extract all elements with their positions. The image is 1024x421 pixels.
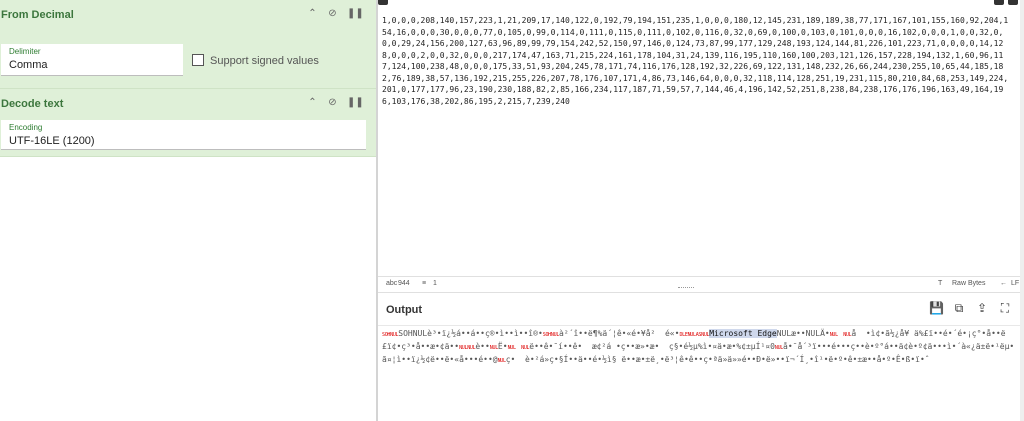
lines-icon: ≡ <box>422 280 427 287</box>
control-char: SOHNUL <box>382 332 399 338</box>
copy-icon[interactable]: ⧉ <box>952 301 966 315</box>
pause-icon[interactable]: ❚❚ <box>347 97 364 109</box>
eol-icon: ← <box>1000 280 1007 287</box>
op-from-decimal: From Decimal ⌃ ⊘ ❚❚ Delimiter Comma Supp… <box>0 0 376 89</box>
op-title-decode-text: Decode text <box>1 98 64 110</box>
replace-input-icon[interactable]: ⇪ <box>975 301 989 315</box>
scrollbar[interactable] <box>1020 0 1024 421</box>
disable-icon[interactable]: ⊘ <box>327 8 338 20</box>
output-segment: ë••ê•¯í••ê• æ¢²á •ç••æ»•æ• ç§•é½µ%ì•¤ä•æ… <box>529 342 775 351</box>
output-segment: NULæ••NULÄ• <box>776 329 830 338</box>
input-status-bar: abc 944 ≡ 1 T Raw Bytes ← LF <box>378 276 1024 290</box>
output-segment: è•• <box>475 342 490 351</box>
control-char: DLENULASNUL <box>679 332 710 338</box>
support-signed-label: Support signed values <box>210 55 319 67</box>
output-title: Output <box>386 304 423 316</box>
support-signed-checkbox[interactable] <box>192 54 204 66</box>
cyberchef-app: From Decimal ⌃ ⊘ ❚❚ Delimiter Comma Supp… <box>0 0 1024 421</box>
control-char: NUL <box>497 358 506 364</box>
op-decode-text: Decode text ⌃ ⊘ ❚❚ Encoding UTF-16LE (12… <box>0 89 376 157</box>
io-panel: 1,0,0,0,208,140,157,223,1,21,209,17,140,… <box>378 0 1024 421</box>
op-controls: ⌃ ⊘ ❚❚ <box>307 8 364 20</box>
pause-icon[interactable]: ❚❚ <box>347 8 364 20</box>
toolbar-edge-icon <box>994 0 1004 5</box>
save-icon[interactable]: 💾 <box>929 301 944 315</box>
encoding-label: Encoding <box>9 123 43 132</box>
output-header: Output 💾 ⧉ ⇪ ⛶ <box>378 292 1024 326</box>
output-textarea[interactable]: SOHNULSOHNULè³•ï¿½á••á••ç®•ì••ì••î®•SOHN… <box>382 328 1018 367</box>
output-segment: SOHNULè³•ï¿½á••á••ç®•ì••ì••î®• <box>398 329 543 338</box>
output-controls: 💾 ⧉ ⇪ ⛶ <box>929 301 1012 315</box>
char-count: 944 <box>398 280 410 287</box>
delimiter-field[interactable]: Delimiter Comma <box>1 44 183 76</box>
resize-grip[interactable] <box>678 287 694 289</box>
encoding-value: UTF-16LE (1200) <box>9 135 95 147</box>
chevron-up-icon[interactable]: ⌃ <box>307 97 318 109</box>
char-count-icon: abc <box>386 280 398 287</box>
output-segment: à²´î••ë¶%ä´¦ê•«é•¥å² é«• <box>559 329 680 338</box>
delimiter-label: Delimiter <box>9 47 41 56</box>
op-title-from-decimal: From Decimal <box>1 9 74 21</box>
op-controls: ⌃ ⊘ ❚❚ <box>307 97 364 109</box>
toolbar-edge-icon <box>1008 0 1018 5</box>
control-char: NUL NUL <box>829 332 852 338</box>
input-textarea[interactable]: 1,0,0,0,208,140,157,223,1,21,209,17,140,… <box>382 15 1012 107</box>
op-header: From Decimal ⌃ ⊘ ❚❚ <box>0 0 376 30</box>
top-strip <box>378 0 1024 6</box>
disable-icon[interactable]: ⊘ <box>327 97 338 109</box>
control-char: NUL <box>489 345 498 351</box>
op-header: Decode text ⌃ ⊘ ❚❚ <box>0 89 376 119</box>
toolbar-edge-icon <box>378 0 388 5</box>
eol-label[interactable]: LF <box>1011 280 1019 287</box>
chevron-up-icon[interactable]: ⌃ <box>307 8 318 20</box>
control-char: SOHNUL <box>542 332 560 338</box>
control-char: NULNUL <box>459 345 476 351</box>
text-type-icon: T <box>938 280 943 287</box>
encoding-field[interactable]: Encoding UTF-16LE (1200) <box>1 120 366 150</box>
output-segment: ç• è•²á»ç•§Í••ä••é•½ì§ ë••æ•±ë¸•ë³¦ê•ê••… <box>505 355 930 364</box>
maximise-icon[interactable]: ⛶ <box>998 301 1012 315</box>
control-char: NUL <box>774 345 784 351</box>
highlighted-text: Microsoft Edge <box>709 329 777 338</box>
output-segment: Ë• <box>497 342 508 351</box>
line-count: 1 <box>433 280 437 287</box>
control-char: NUL NUL <box>507 345 530 351</box>
recipe-panel: From Decimal ⌃ ⊘ ❚❚ Delimiter Comma Supp… <box>0 0 376 421</box>
delimiter-value: Comma <box>9 59 48 71</box>
raw-bytes-label[interactable]: Raw Bytes <box>952 280 985 287</box>
